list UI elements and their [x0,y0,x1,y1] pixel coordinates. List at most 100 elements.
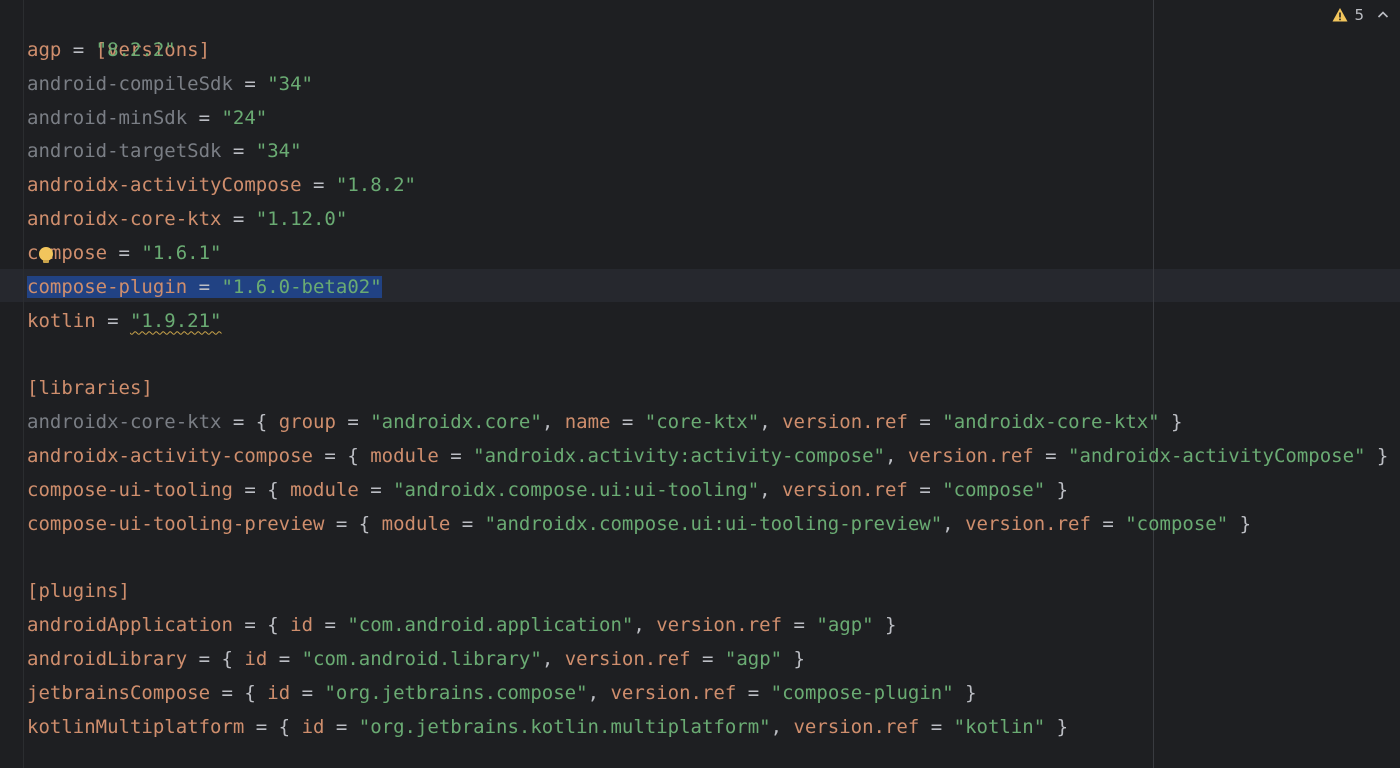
code-line-14[interactable]: androidx-activity-compose = { module = "… [27,440,1388,474]
attr-key: module [290,478,359,501]
warning-count: 5 [1354,6,1364,24]
code-line-18[interactable]: [plugins] [27,575,1388,609]
brace-open: { [255,411,279,434]
code-line-9[interactable]: compose-plugin = "1.6.0-beta02" [27,271,1388,305]
equals-sign: = [95,309,130,332]
code-line-8[interactable]: compose = "1.6.1" [27,237,1388,271]
comma: , [770,715,794,738]
code-line-11[interactable] [27,338,1388,372]
toml-key: compose-ui-tooling-preview [27,512,325,535]
attr-key: module [370,444,439,467]
toml-string: "kotlin" [953,715,1046,738]
equals-sign: = [267,648,302,671]
equals-sign: = [107,241,142,264]
code-line-5[interactable]: android-targetSdk = "34" [27,135,1388,169]
code-editor[interactable]: [versions] agp = "8.2.2" android-compile… [0,0,1400,768]
toml-string: "org.jetbrains.compose" [324,681,588,704]
attr-key: group [278,411,336,434]
section-header: [plugins] [27,580,130,603]
attr-key: version.ref [793,715,920,738]
equals-sign: = [324,715,359,738]
brace-close: } [1159,411,1183,434]
toml-string: "compose" [942,478,1046,501]
code-line-10[interactable]: kotlin = "1.9.21" [27,305,1388,339]
toml-key: compose-plugin [27,275,188,298]
toml-string: "compose-plugin" [770,681,954,704]
toml-key: kotlin [27,309,96,332]
brace-close: } [1045,715,1069,738]
code-line-6[interactable]: androidx-activityCompose = "1.8.2" [27,169,1388,203]
equals-sign: = [358,478,394,501]
code-line-22[interactable]: kotlinMultiplatform = { id = "org.jetbra… [27,711,1388,745]
toml-string: "androidx.compose.ui:ui-tooling-preview" [484,512,943,535]
code-line-12[interactable]: [libraries] [27,372,1388,406]
toml-string: "com.android.application" [347,614,634,637]
comma: , [942,512,966,535]
gutter-divider [23,0,24,768]
attr-key: version.ref [610,681,737,704]
equals-sign: = [221,208,256,231]
toml-key: androidx-activityCompose [27,174,302,197]
toml-string: "androidx-activityCompose" [1068,444,1366,467]
equals-sign: = [438,444,474,467]
toml-key: agp [27,38,62,61]
equals-sign: = [221,411,256,434]
attr-key: id [290,614,314,637]
toml-string: "core-ktx" [644,411,760,434]
toml-string-warning[interactable]: "1.9.21" [130,310,222,332]
equals-sign: = [187,275,222,298]
attr-key: name [564,411,611,434]
equals-sign: = [1033,444,1069,467]
toml-string: "org.jetbrains.kotlin.multiplatform" [358,715,771,738]
equals-sign: = [610,411,645,434]
inspections-widget[interactable]: 5 [1332,6,1390,24]
equals-sign: = [907,478,943,501]
code-line-15[interactable]: compose-ui-tooling = { module = "android… [27,474,1388,508]
code-line-13[interactable]: androidx-core-ktx = { group = "androidx.… [27,406,1388,440]
equals-sign: = [221,140,256,163]
equals-sign: = [690,648,725,671]
brace-open: { [278,715,302,738]
toml-string: "1.12.0" [255,208,348,231]
toml-string: "androidx.compose.ui:ui-tooling" [393,478,760,501]
toml-string: "androidx.core" [370,411,542,434]
code-line-20[interactable]: androidLibrary = { id = "com.android.lib… [27,643,1388,677]
equals-sign: = [187,648,222,671]
code-line-7[interactable]: androidx-core-ktx = "1.12.0" [27,203,1388,237]
brace-close: } [1045,478,1069,501]
equals-sign: = [450,512,485,535]
code-line-1[interactable]: [versions] [27,0,1388,61]
code-line-21[interactable]: jetbrainsCompose = { id = "org.jetbrains… [27,677,1388,711]
code-line-2[interactable]: agp = "8.2.2" [27,34,1388,68]
brace-open: { [244,681,268,704]
toml-string: "34" [255,140,302,163]
equals-sign: = [232,72,268,95]
attr-key: version.ref [564,648,691,671]
toml-key: androidx-activity-compose [27,444,313,467]
code-line-3[interactable]: android-compileSdk = "34" [27,68,1388,102]
toml-string: "34" [267,72,313,95]
chevron-up-icon[interactable] [1376,8,1390,22]
comma: , [633,614,657,637]
equals-sign: = [290,681,325,704]
code-line-4[interactable]: android-minSdk = "24" [27,102,1388,136]
code-lines[interactable]: [versions] agp = "8.2.2" android-compile… [27,0,1388,745]
brace-close: } [1228,512,1252,535]
comma: , [759,411,783,434]
comma: , [587,681,611,704]
text-selection[interactable]: compose-plugin = "1.6.0-beta02" [27,275,382,298]
attr-key: id [244,648,268,671]
attr-key: module [381,512,451,535]
equals-sign: = [736,681,771,704]
code-line-17[interactable] [27,542,1388,576]
brace-close: } [953,681,977,704]
lightbulb-icon[interactable] [39,247,53,263]
code-line-16[interactable]: compose-ui-tooling-preview = { module = … [27,508,1388,542]
toml-string: "8.2.2" [95,38,176,61]
equals-sign: = [187,106,222,129]
toml-key: android-targetSdk [27,140,222,163]
equals-sign: = [232,614,268,637]
code-line-19[interactable]: androidApplication = { id = "com.android… [27,609,1388,643]
toml-key: android-minSdk [27,106,188,129]
toml-key: androidx-core-ktx [27,411,222,434]
